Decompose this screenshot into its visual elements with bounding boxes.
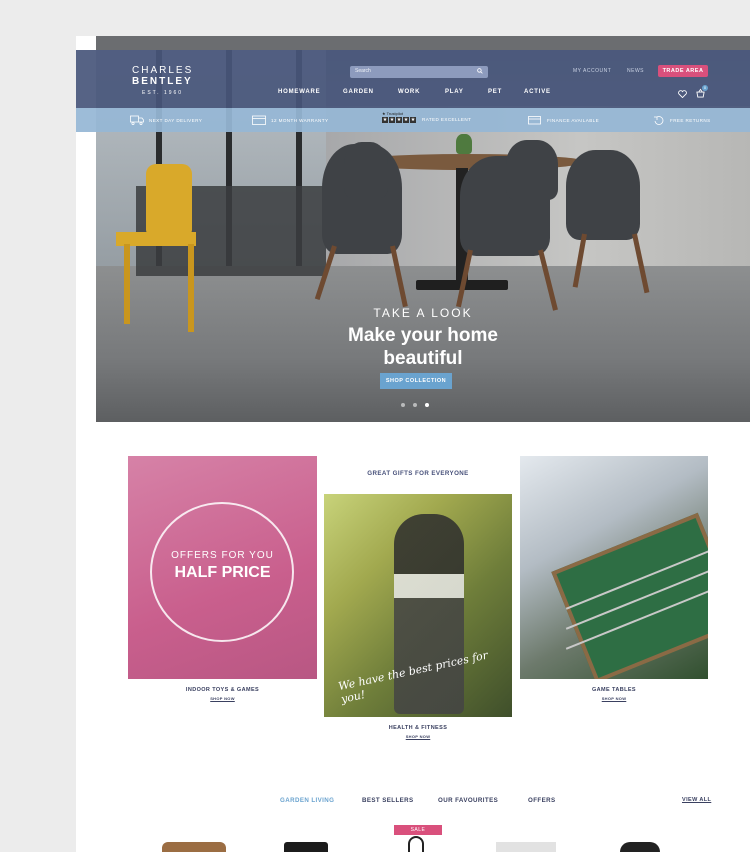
promo-title: HALF PRICE xyxy=(174,564,271,581)
usp-delivery: NEXT DAY DELIVERY xyxy=(130,108,202,132)
card-label-health-fitness[interactable]: HEALTH & FITNESS xyxy=(324,725,512,731)
hero-plant xyxy=(456,134,472,154)
hero-chair xyxy=(506,140,558,200)
carousel-dot-active[interactable] xyxy=(425,403,429,407)
hero-chair xyxy=(566,150,640,240)
tab-best-sellers[interactable]: BEST SELLERS xyxy=(362,797,414,804)
card-label-indoor-toys[interactable]: INDOOR TOYS & GAMES xyxy=(128,687,317,693)
basket-count-badge: 0 xyxy=(702,85,708,91)
star-icon: ★ xyxy=(403,117,409,123)
site-header: CHARLES BENTLEY EST. 1960 Search MY ACCO… xyxy=(76,50,750,108)
credit-card-icon xyxy=(528,116,541,125)
news-link[interactable]: NEWS xyxy=(627,68,644,74)
hero-window-frame xyxy=(96,36,750,50)
product-thumbnail[interactable] xyxy=(620,842,660,852)
truck-icon xyxy=(130,115,144,125)
heart-icon[interactable] xyxy=(678,90,687,98)
nav-work[interactable]: WORK xyxy=(398,89,420,95)
return-icon xyxy=(654,116,664,125)
product-thumbnail[interactable] xyxy=(408,836,424,852)
carousel-dots xyxy=(401,403,429,407)
shop-now-link[interactable]: SHOP NOW xyxy=(520,696,708,701)
shop-now-link[interactable]: SHOP NOW xyxy=(324,734,512,739)
tab-offers[interactable]: OFFERS xyxy=(528,797,556,804)
star-icon: ★ xyxy=(382,117,388,123)
gifts-section-title: GREAT GIFTS FOR EVERYONE xyxy=(367,470,469,477)
nav-garden[interactable]: GARDEN xyxy=(343,89,374,95)
hero-title-line: beautiful xyxy=(383,348,463,369)
card-label-game-tables[interactable]: GAME TABLES xyxy=(520,687,708,693)
star-icon: ★ xyxy=(396,117,402,123)
search-placeholder: Search xyxy=(355,68,371,74)
shop-now-link[interactable]: SHOP NOW xyxy=(128,696,317,701)
promo-eyebrow: OFFERS FOR YOU xyxy=(171,550,274,561)
trade-area-button[interactable]: TRADE AREA xyxy=(658,65,708,77)
shop-collection-button[interactable]: SHOP COLLECTION xyxy=(380,373,452,389)
product-thumbnail[interactable] xyxy=(162,842,226,852)
usp-warranty-label: 12 MONTH WARRANTY xyxy=(271,117,329,123)
hero-title: Make your home beautiful xyxy=(96,324,750,370)
hero-copy: TAKE A LOOK Make your home beautiful xyxy=(96,306,750,370)
promo-card-half-price[interactable]: OFFERS FOR YOU HALF PRICE xyxy=(128,456,317,679)
usp-returns: FREE RETURNS xyxy=(653,108,711,132)
hero-yellow-chair-back xyxy=(146,164,192,234)
page: TAKE A LOOK Make your home beautiful SHO… xyxy=(76,36,750,852)
view-all-link[interactable]: VIEW ALL xyxy=(682,797,711,803)
search-icon[interactable] xyxy=(477,68,483,74)
sale-badge: SALE xyxy=(394,825,442,835)
tab-our-favourites[interactable]: OUR FAVOURITES xyxy=(438,797,498,804)
brand-name-line1: CHARLES xyxy=(132,65,194,76)
star-icon: ★ xyxy=(389,117,395,123)
product-thumbnail[interactable] xyxy=(496,842,556,852)
carousel-dot[interactable] xyxy=(413,403,417,407)
card-game-tables-image[interactable] xyxy=(520,456,708,679)
usp-finance: FINANCE AVAILABLE xyxy=(528,108,599,132)
my-account-link[interactable]: MY ACCOUNT xyxy=(573,68,611,74)
nav-active[interactable]: ACTIVE xyxy=(524,89,551,95)
trustpilot-rating-label: RATED EXCELLENT xyxy=(422,117,472,122)
nav-homeware[interactable]: HOMEWARE xyxy=(278,89,320,95)
search-input[interactable]: Search xyxy=(350,66,488,78)
brand-name-line2: BENTLEY xyxy=(132,76,193,87)
usp-returns-label: FREE RETURNS xyxy=(670,117,711,123)
calendar-icon xyxy=(252,115,266,125)
trustpilot-widget[interactable]: ★ Trustpilot ★ ★ ★ ★ ★ RATED EXCELLENT xyxy=(382,111,472,129)
brand-est: EST. 1960 xyxy=(142,90,184,96)
hero-title-line: Make your home xyxy=(348,325,498,346)
star-icon: ★ xyxy=(410,117,416,123)
tab-garden-living[interactable]: GARDEN LIVING xyxy=(280,797,334,804)
card-health-fitness-image[interactable]: We have the best prices for you! xyxy=(324,494,512,717)
usp-warranty: 12 MONTH WARRANTY xyxy=(252,108,328,132)
usp-bar: NEXT DAY DELIVERY 12 MONTH WARRANTY ★ Tr… xyxy=(76,108,750,132)
nav-pet[interactable]: PET xyxy=(488,89,502,95)
product-thumbnail[interactable] xyxy=(284,842,328,852)
hero-eyebrow: TAKE A LOOK xyxy=(373,306,473,320)
nav-play[interactable]: PLAY xyxy=(445,89,464,95)
trustpilot-logo: ★ Trustpilot xyxy=(382,111,403,116)
trustpilot-stars: ★ ★ ★ ★ ★ xyxy=(382,117,416,123)
foosball-table xyxy=(551,512,708,679)
carousel-dot[interactable] xyxy=(401,403,405,407)
hero-chair xyxy=(344,142,388,198)
brand-logo[interactable]: CHARLES BENTLEY EST. 1960 xyxy=(132,65,194,97)
usp-delivery-label: NEXT DAY DELIVERY xyxy=(149,117,203,123)
usp-finance-label: FINANCE AVAILABLE xyxy=(547,117,600,123)
